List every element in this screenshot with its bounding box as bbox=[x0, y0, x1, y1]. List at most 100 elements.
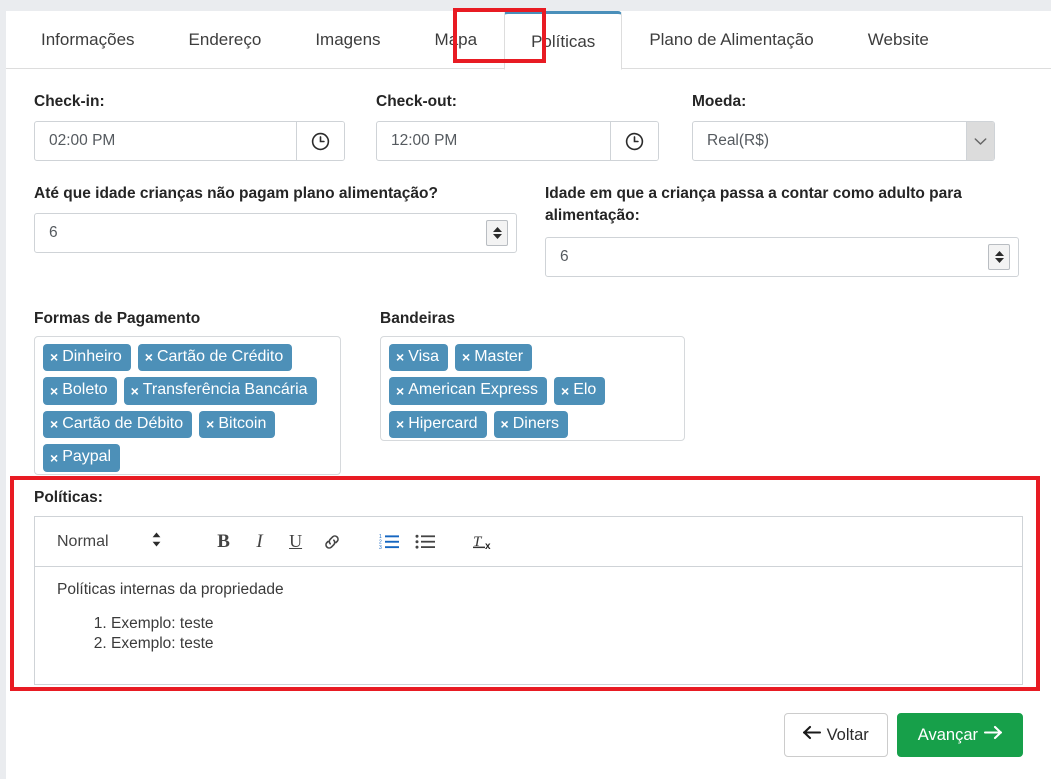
remove-tag-icon[interactable]: × bbox=[50, 451, 58, 465]
tag-label: Visa bbox=[408, 348, 440, 365]
remove-tag-icon[interactable]: × bbox=[206, 417, 214, 431]
card-brands-tagbox[interactable]: × Visa × Master × American Express × Elo × Hi… bbox=[380, 336, 685, 441]
next-button[interactable]: Avançar bbox=[896, 713, 1023, 757]
tag-item[interactable]: × Elo bbox=[554, 377, 606, 405]
payment-methods-tagbox[interactable]: × Dinheiro × Cartão de Crédito × Boleto × Tr… bbox=[34, 336, 341, 475]
child-adult-age-input-shell bbox=[545, 237, 1019, 277]
editor-list-item: Exemplo: teste bbox=[111, 615, 1000, 633]
tag-item[interactable]: × Paypal bbox=[43, 444, 121, 472]
policies-editor-group: Políticas: Normal B I U 1 2 3 T x Políti… bbox=[34, 489, 1023, 685]
children-free-age-stepper[interactable] bbox=[486, 220, 508, 246]
tag-label: Hipercard bbox=[408, 414, 478, 432]
tag-item[interactable]: × Transferência Bancária bbox=[123, 377, 317, 405]
child-adult-age-stepper[interactable] bbox=[988, 244, 1010, 270]
remove-tag-icon[interactable]: × bbox=[396, 384, 404, 398]
children-free-age-input[interactable] bbox=[35, 214, 486, 252]
tab-plano-de-alimentacao[interactable]: Plano de Alimentação bbox=[622, 11, 840, 68]
updown-chevron-icon[interactable] bbox=[151, 531, 162, 553]
remove-tag-icon[interactable]: × bbox=[131, 384, 139, 398]
editor-list-item: Exemplo: teste bbox=[111, 635, 1000, 653]
format-select[interactable]: Normal bbox=[57, 531, 162, 553]
checkout-group: Check-out: bbox=[376, 91, 659, 161]
tab-politicas[interactable]: Políticas bbox=[504, 11, 623, 70]
checkin-group: Check-in: bbox=[34, 91, 345, 161]
tab-informacoes[interactable]: Informações bbox=[14, 11, 162, 68]
remove-tag-icon[interactable]: × bbox=[50, 350, 58, 364]
tab-label: Informações bbox=[41, 30, 135, 49]
tag-label: Boleto bbox=[62, 381, 108, 399]
tag-item[interactable]: × Visa bbox=[389, 344, 449, 372]
stepper-up-icon[interactable] bbox=[492, 226, 503, 233]
tag-item[interactable]: × Bitcoin bbox=[199, 410, 276, 439]
checkin-input-shell bbox=[34, 121, 345, 161]
tag-label: American Express bbox=[408, 381, 539, 399]
children-free-age-group: Até que idade crianças não pagam plano a… bbox=[34, 183, 517, 253]
checkout-input[interactable] bbox=[377, 122, 610, 160]
editor-content[interactable]: Políticas internas da propriedade Exempl… bbox=[35, 567, 1022, 684]
clock-icon[interactable] bbox=[610, 122, 658, 160]
tab-imagens[interactable]: Imagens bbox=[288, 11, 407, 68]
remove-tag-icon[interactable]: × bbox=[462, 350, 470, 364]
tag-label: Cartão de Crédito bbox=[156, 348, 284, 365]
tag-label: Dinheiro bbox=[62, 348, 122, 365]
italic-button[interactable]: I bbox=[242, 525, 278, 559]
stepper-down-icon[interactable] bbox=[492, 233, 503, 240]
back-button-label: Voltar bbox=[826, 725, 869, 744]
tab-endereco[interactable]: Endereço bbox=[162, 11, 289, 68]
policies-label: Políticas: bbox=[34, 489, 103, 506]
next-button-label: Avançar bbox=[917, 725, 978, 744]
bold-button[interactable]: B bbox=[206, 525, 242, 559]
stepper-down-icon[interactable] bbox=[994, 257, 1005, 264]
tag-label: Paypal bbox=[62, 448, 112, 466]
currency-group: Moeda: Real(R$) bbox=[692, 91, 995, 161]
tag-item[interactable]: × Hipercard bbox=[389, 410, 487, 439]
remove-tag-icon[interactable]: × bbox=[396, 417, 404, 431]
tab-label: Políticas bbox=[531, 31, 596, 51]
content-card: Informações Endereço Imagens Mapa Políti… bbox=[6, 11, 1051, 779]
tab-label: Endereço bbox=[188, 30, 262, 49]
card-brands-label: Bandeiras bbox=[380, 310, 455, 327]
tag-item[interactable]: × American Express bbox=[389, 377, 548, 405]
remove-tag-icon[interactable]: × bbox=[396, 350, 404, 364]
ordered-list-icon[interactable]: 1 2 3 bbox=[372, 525, 408, 559]
tab-label: Imagens bbox=[315, 30, 381, 49]
card-brands-group: Bandeiras × Visa × Master × American Expres… bbox=[380, 310, 685, 441]
remove-tag-icon[interactable]: × bbox=[561, 384, 569, 398]
link-icon[interactable] bbox=[314, 525, 350, 559]
tag-label: Transferência Bancária bbox=[142, 381, 308, 399]
tab-website[interactable]: Website bbox=[841, 11, 956, 68]
clock-icon[interactable] bbox=[296, 122, 344, 160]
tag-item[interactable]: × Cartão de Débito bbox=[43, 410, 193, 439]
children-free-age-label: Até que idade crianças não pagam plano a… bbox=[34, 185, 438, 202]
underline-button[interactable]: U bbox=[278, 525, 314, 559]
tab-label: Mapa bbox=[434, 30, 478, 49]
tag-item[interactable]: × Dinheiro bbox=[43, 344, 131, 372]
checkin-input[interactable] bbox=[35, 122, 296, 160]
stepper-up-icon[interactable] bbox=[994, 250, 1005, 257]
tag-item[interactable]: × Diners bbox=[493, 410, 568, 439]
tag-item[interactable]: × Boleto bbox=[43, 377, 117, 405]
tag-label: Diners bbox=[512, 414, 559, 432]
currency-select[interactable]: Real(R$) bbox=[692, 121, 995, 161]
remove-tag-icon[interactable]: × bbox=[145, 350, 153, 364]
tag-item[interactable]: × Master bbox=[455, 344, 533, 372]
clear-format-icon[interactable]: T x bbox=[466, 525, 502, 559]
rich-text-editor: Normal B I U 1 2 3 T x Políticas interna… bbox=[34, 516, 1023, 685]
tag-item[interactable]: × Cartão de Crédito bbox=[137, 344, 293, 372]
bullet-list-icon[interactable] bbox=[408, 525, 444, 559]
tab-mapa[interactable]: Mapa bbox=[408, 11, 505, 68]
arrow-left-icon bbox=[802, 725, 822, 745]
currency-selected-value: Real(R$) bbox=[707, 132, 770, 149]
checkin-label: Check-in: bbox=[34, 93, 105, 110]
back-button[interactable]: Voltar bbox=[783, 713, 888, 757]
child-adult-age-input[interactable] bbox=[546, 238, 988, 276]
format-select-value: Normal bbox=[57, 532, 109, 550]
remove-tag-icon[interactable]: × bbox=[50, 384, 58, 398]
svg-text:3: 3 bbox=[379, 545, 382, 550]
children-free-age-input-shell bbox=[34, 213, 517, 253]
remove-tag-icon[interactable]: × bbox=[50, 417, 58, 431]
chevron-down-icon[interactable] bbox=[966, 122, 994, 160]
remove-tag-icon[interactable]: × bbox=[501, 417, 509, 431]
payment-methods-label: Formas de Pagamento bbox=[34, 310, 201, 327]
child-adult-age-group: Idade em que a criança passa a contar co… bbox=[545, 183, 1019, 277]
